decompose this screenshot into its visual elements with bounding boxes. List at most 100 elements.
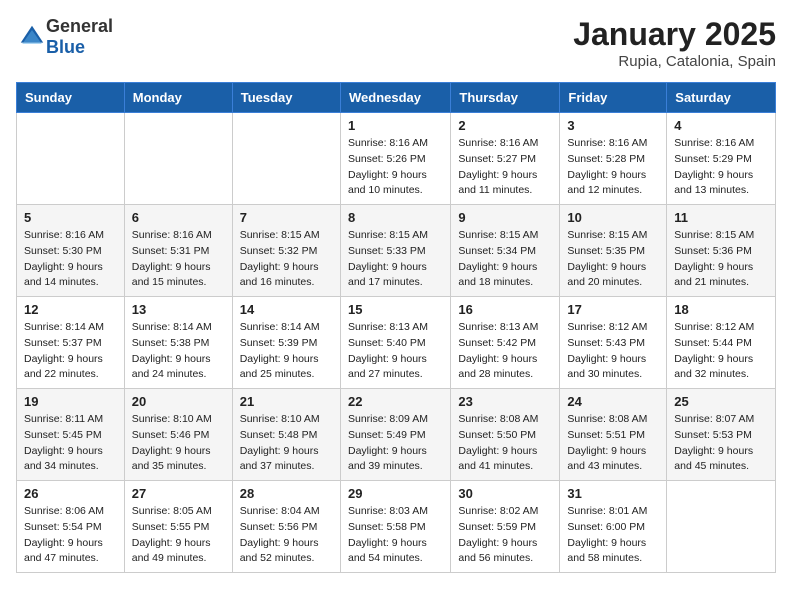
day-number: 20 [132,394,225,409]
calendar-cell: 12Sunrise: 8:14 AM Sunset: 5:37 PM Dayli… [17,297,125,389]
day-number: 30 [458,486,552,501]
calendar-table: SundayMondayTuesdayWednesdayThursdayFrid… [16,82,776,573]
day-number: 3 [567,118,659,133]
day-number: 15 [348,302,443,317]
day-info: Sunrise: 8:14 AM Sunset: 5:37 PM Dayligh… [24,320,117,383]
day-info: Sunrise: 8:16 AM Sunset: 5:31 PM Dayligh… [132,228,225,291]
calendar-cell: 13Sunrise: 8:14 AM Sunset: 5:38 PM Dayli… [124,297,232,389]
day-number: 9 [458,210,552,225]
page-container: General Blue January 2025 Rupia, Catalon… [0,0,792,581]
calendar-cell: 8 Sunrise: 8:15 AM Sunset: 5:33 PM Daylig… [340,205,450,297]
calendar-cell: 26Sunrise: 8:06 AM Sunset: 5:54 PM Dayli… [17,481,125,573]
day-info: Sunrise: 8:16 AM Sunset: 5:29 PM Dayligh… [674,136,768,199]
day-info: Sunrise: 8:15 AM Sunset: 5:34 PM Dayligh… [458,228,552,291]
calendar-cell: 16 Sunrise: 8:13 AM Sunset: 5:42 PM Dayli… [451,297,560,389]
calendar-cell: 19 Sunrise: 8:11 AM Sunset: 5:45 PM Dayli… [17,389,125,481]
day-number: 6 [132,210,225,225]
weekday-header: Saturday [667,83,776,113]
day-info: Sunrise: 8:10 AM Sunset: 5:46 PM Dayligh… [132,412,225,475]
calendar-body: 1 Sunrise: 8:16 AM Sunset: 5:26 PM Daylig… [17,113,776,573]
title-block: January 2025 Rupia, Catalonia, Spain [573,16,776,70]
day-info: Sunrise: 8:04 AM Sunset: 5:56 PM Dayligh… [240,504,333,567]
day-info: Sunrise: 8:03 AM Sunset: 5:58 PM Dayligh… [348,504,443,567]
day-number: 10 [567,210,659,225]
day-number: 19 [24,394,117,409]
calendar-cell: 4 Sunrise: 8:16 AM Sunset: 5:29 PM Daylig… [667,113,776,205]
calendar-title: January 2025 [573,16,776,53]
calendar-cell: 31 Sunrise: 8:01 AM Sunset: 6:00 PM Dayli… [560,481,667,573]
calendar-cell: 30Sunrise: 8:02 AM Sunset: 5:59 PM Dayli… [451,481,560,573]
calendar-cell: 11Sunrise: 8:15 AM Sunset: 5:36 PM Dayli… [667,205,776,297]
calendar-cell: 15 Sunrise: 8:13 AM Sunset: 5:40 PM Dayli… [340,297,450,389]
calendar-cell: 17 Sunrise: 8:12 AM Sunset: 5:43 PM Dayli… [560,297,667,389]
calendar-cell: 29Sunrise: 8:03 AM Sunset: 5:58 PM Dayli… [340,481,450,573]
day-number: 13 [132,302,225,317]
logo: General Blue [16,16,113,58]
day-number: 14 [240,302,333,317]
calendar-cell: 21Sunrise: 8:10 AM Sunset: 5:48 PM Dayli… [232,389,340,481]
header: General Blue January 2025 Rupia, Catalon… [16,16,776,70]
day-number: 16 [458,302,552,317]
calendar-week-row: 19 Sunrise: 8:11 AM Sunset: 5:45 PM Dayli… [17,389,776,481]
day-info: Sunrise: 8:05 AM Sunset: 5:55 PM Dayligh… [132,504,225,567]
day-number: 8 [348,210,443,225]
calendar-cell: 27 Sunrise: 8:05 AM Sunset: 5:55 PM Dayli… [124,481,232,573]
logo-general: General [46,16,113,36]
calendar-cell: 1 Sunrise: 8:16 AM Sunset: 5:26 PM Daylig… [340,113,450,205]
day-info: Sunrise: 8:16 AM Sunset: 5:28 PM Dayligh… [567,136,659,199]
weekday-header: Wednesday [340,83,450,113]
day-info: Sunrise: 8:14 AM Sunset: 5:39 PM Dayligh… [240,320,333,383]
day-info: Sunrise: 8:11 AM Sunset: 5:45 PM Dayligh… [24,412,117,475]
calendar-cell [232,113,340,205]
day-number: 26 [24,486,117,501]
weekday-header: Friday [560,83,667,113]
calendar-week-row: 1 Sunrise: 8:16 AM Sunset: 5:26 PM Daylig… [17,113,776,205]
calendar-cell [667,481,776,573]
day-number: 2 [458,118,552,133]
calendar-cell: 5 Sunrise: 8:16 AM Sunset: 5:30 PM Daylig… [17,205,125,297]
calendar-cell: 10Sunrise: 8:15 AM Sunset: 5:35 PM Dayli… [560,205,667,297]
day-number: 5 [24,210,117,225]
calendar-cell: 2 Sunrise: 8:16 AM Sunset: 5:27 PM Daylig… [451,113,560,205]
calendar-cell: 9 Sunrise: 8:15 AM Sunset: 5:34 PM Daylig… [451,205,560,297]
calendar-cell: 7Sunrise: 8:15 AM Sunset: 5:32 PM Daylig… [232,205,340,297]
day-info: Sunrise: 8:16 AM Sunset: 5:27 PM Dayligh… [458,136,552,199]
day-number: 25 [674,394,768,409]
day-info: Sunrise: 8:13 AM Sunset: 5:42 PM Dayligh… [458,320,552,383]
weekday-row: SundayMondayTuesdayWednesdayThursdayFrid… [17,83,776,113]
calendar-week-row: 5 Sunrise: 8:16 AM Sunset: 5:30 PM Daylig… [17,205,776,297]
day-info: Sunrise: 8:13 AM Sunset: 5:40 PM Dayligh… [348,320,443,383]
weekday-header: Sunday [17,83,125,113]
day-info: Sunrise: 8:15 AM Sunset: 5:33 PM Dayligh… [348,228,443,291]
day-number: 17 [567,302,659,317]
day-number: 24 [567,394,659,409]
day-info: Sunrise: 8:12 AM Sunset: 5:43 PM Dayligh… [567,320,659,383]
logo-icon [18,23,46,51]
day-info: Sunrise: 8:15 AM Sunset: 5:32 PM Dayligh… [240,228,333,291]
day-number: 27 [132,486,225,501]
day-number: 18 [674,302,768,317]
calendar-week-row: 26Sunrise: 8:06 AM Sunset: 5:54 PM Dayli… [17,481,776,573]
calendar-cell: 3 Sunrise: 8:16 AM Sunset: 5:28 PM Daylig… [560,113,667,205]
day-info: Sunrise: 8:07 AM Sunset: 5:53 PM Dayligh… [674,412,768,475]
calendar-subtitle: Rupia, Catalonia, Spain [573,53,776,70]
logo-text: General Blue [46,16,113,58]
day-number: 31 [567,486,659,501]
day-number: 4 [674,118,768,133]
day-info: Sunrise: 8:16 AM Sunset: 5:30 PM Dayligh… [24,228,117,291]
calendar-header: SundayMondayTuesdayWednesdayThursdayFrid… [17,83,776,113]
day-info: Sunrise: 8:16 AM Sunset: 5:26 PM Dayligh… [348,136,443,199]
day-info: Sunrise: 8:01 AM Sunset: 6:00 PM Dayligh… [567,504,659,567]
calendar-cell: 18Sunrise: 8:12 AM Sunset: 5:44 PM Dayli… [667,297,776,389]
day-number: 21 [240,394,333,409]
calendar-week-row: 12Sunrise: 8:14 AM Sunset: 5:37 PM Dayli… [17,297,776,389]
day-number: 28 [240,486,333,501]
day-number: 22 [348,394,443,409]
calendar-cell [124,113,232,205]
logo-blue: Blue [46,37,85,57]
calendar-cell: 20 Sunrise: 8:10 AM Sunset: 5:46 PM Dayli… [124,389,232,481]
day-info: Sunrise: 8:09 AM Sunset: 5:49 PM Dayligh… [348,412,443,475]
calendar-cell: 24Sunrise: 8:08 AM Sunset: 5:51 PM Dayli… [560,389,667,481]
day-number: 1 [348,118,443,133]
calendar-cell: 6 Sunrise: 8:16 AM Sunset: 5:31 PM Daylig… [124,205,232,297]
